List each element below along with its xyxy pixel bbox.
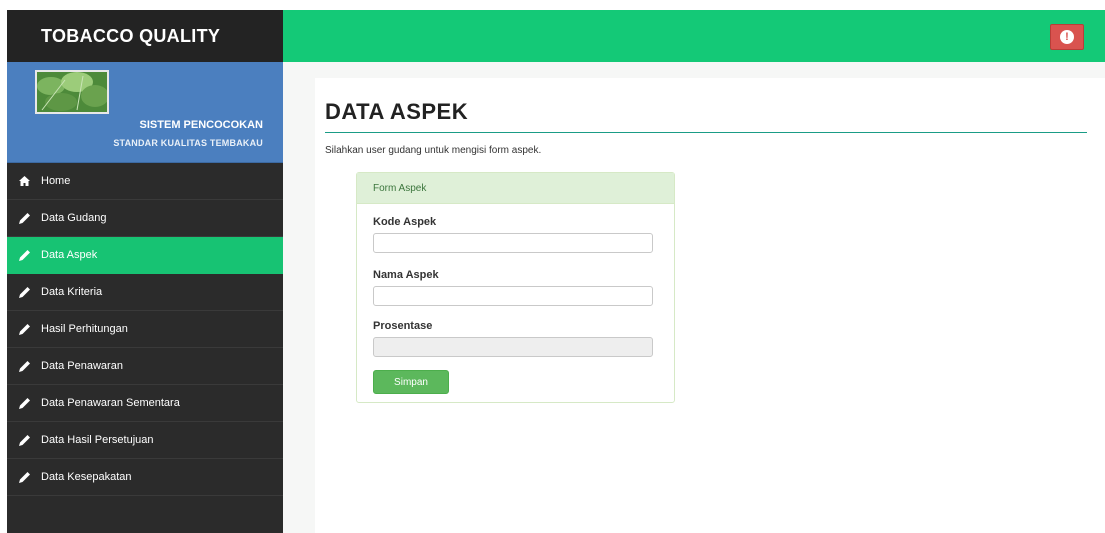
sidebar-item-label: Data Aspek xyxy=(41,249,98,261)
pencil-icon xyxy=(19,434,33,446)
kode-aspek-input[interactable] xyxy=(373,233,653,253)
nama-aspek-label: Nama Aspek xyxy=(373,269,439,281)
sidebar-item-label: Data Penawaran xyxy=(41,360,123,372)
sidebar-item-label: Data Penawaran Sementara xyxy=(41,397,180,409)
profile-line2: STANDAR KUALITAS TEMBAKAU xyxy=(113,138,263,148)
prosentase-input[interactable] xyxy=(373,337,653,357)
sidebar-item-data-aspek[interactable]: Data Aspek xyxy=(7,237,283,274)
pencil-icon xyxy=(19,397,33,409)
pencil-icon xyxy=(19,323,33,335)
profile-panel: SISTEM PENCOCOKAN STANDAR KUALITAS TEMBA… xyxy=(7,62,283,163)
exclamation-circle-icon: ! xyxy=(1060,30,1074,44)
pencil-icon xyxy=(19,471,33,483)
nama-aspek-input[interactable] xyxy=(373,286,653,306)
form-aspek-panel: Form Aspek Kode Aspek Nama Aspek Prosent… xyxy=(356,172,675,403)
page-subtitle: Silahkan user gudang untuk mengisi form … xyxy=(325,145,542,156)
sidebar-item-data-hasil-persetujuan[interactable]: Data Hasil Persetujuan xyxy=(7,422,283,459)
pencil-icon xyxy=(19,212,33,224)
sidebar: TOBACCO QUALITY SISTEM PENCOCOKAN STANDA… xyxy=(7,10,283,533)
sidebar-item-label: Data Kriteria xyxy=(41,286,103,298)
sidebar-item-home[interactable]: Home xyxy=(7,163,283,200)
sidebar-menu: Home Data Gudang Data Aspek Data Kriteri… xyxy=(7,163,283,496)
simpan-button[interactable]: Simpan xyxy=(373,370,449,394)
content-panel: DATA ASPEK Silahkan user gudang untuk me… xyxy=(315,78,1105,533)
sidebar-item-data-kesepakatan[interactable]: Data Kesepakatan xyxy=(7,459,283,496)
pencil-icon xyxy=(19,286,33,298)
sidebar-item-data-penawaran[interactable]: Data Penawaran xyxy=(7,348,283,385)
page-title: DATA ASPEK xyxy=(325,99,469,124)
sidebar-item-label: Data Gudang xyxy=(41,212,107,224)
form-heading: Form Aspek xyxy=(357,173,674,204)
avatar xyxy=(35,70,109,114)
top-header: ! xyxy=(283,10,1105,62)
home-icon xyxy=(19,175,33,187)
alert-button[interactable]: ! xyxy=(1050,24,1084,50)
pencil-icon xyxy=(19,249,33,261)
sidebar-item-data-penawaran-sementara[interactable]: Data Penawaran Sementara xyxy=(7,385,283,422)
sidebar-item-label: Home xyxy=(41,175,71,187)
profile-line1: SISTEM PENCOCOKAN xyxy=(139,119,263,131)
sidebar-item-hasil-perhitungan[interactable]: Hasil Perhitungan xyxy=(7,311,283,348)
pencil-icon xyxy=(19,360,33,372)
sidebar-item-label: Hasil Perhitungan xyxy=(41,323,128,335)
sidebar-item-data-gudang[interactable]: Data Gudang xyxy=(7,200,283,237)
prosentase-label: Prosentase xyxy=(373,320,433,332)
main-content: DATA ASPEK Silahkan user gudang untuk me… xyxy=(283,62,1105,533)
kode-aspek-label: Kode Aspek xyxy=(373,216,437,228)
sidebar-item-label: Data Kesepakatan xyxy=(41,471,132,483)
title-divider xyxy=(325,132,1087,133)
sidebar-item-data-kriteria[interactable]: Data Kriteria xyxy=(7,274,283,311)
top-strip xyxy=(0,0,1105,10)
sidebar-item-label: Data Hasil Persetujuan xyxy=(41,434,154,446)
brand-title[interactable]: TOBACCO QUALITY xyxy=(7,10,283,62)
